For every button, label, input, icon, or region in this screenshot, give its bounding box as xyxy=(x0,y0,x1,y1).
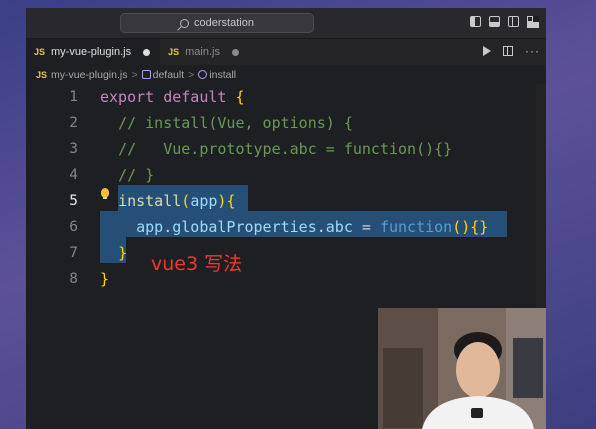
code-token: . xyxy=(316,218,326,236)
tab-my-vue-plugin[interactable]: JS my-vue-plugin.js xyxy=(26,39,161,65)
code-token: app xyxy=(190,192,218,210)
line-number: 1 xyxy=(69,89,78,105)
code-token: { xyxy=(235,88,245,106)
js-file-icon: JS xyxy=(168,47,180,57)
editor-actions: ··· xyxy=(483,45,540,57)
toggle-primary-sidebar-icon[interactable] xyxy=(470,16,481,27)
code-token: = xyxy=(352,218,380,236)
code-text: export default { xyxy=(100,84,245,110)
code-token: app xyxy=(136,218,164,236)
code-token: function xyxy=(379,218,453,236)
breadcrumb-separator: > xyxy=(131,69,138,81)
module-icon xyxy=(141,70,151,79)
code-token: ( xyxy=(181,192,191,210)
breadcrumb: JS my-vue-plugin.js > default > install xyxy=(26,65,546,85)
code-token: default xyxy=(163,88,227,106)
code-token: { xyxy=(226,192,236,210)
search-icon xyxy=(180,18,190,28)
code-token: // Vue.prototype.abc = function(){} xyxy=(118,140,453,158)
unsaved-dot-icon[interactable] xyxy=(143,48,151,56)
search-text: coderstation xyxy=(194,17,254,29)
code-token: . xyxy=(163,218,173,236)
title-bar: coderstation xyxy=(26,8,546,39)
run-icon[interactable] xyxy=(483,46,491,56)
line-number: 2 xyxy=(69,115,78,131)
code-token: globalProperties xyxy=(172,218,317,236)
tab-bar: JS my-vue-plugin.js JS main.js ··· xyxy=(26,39,546,65)
breadcrumb-file[interactable]: my-vue-plugin.js xyxy=(51,69,127,81)
breadcrumb-separator: > xyxy=(188,69,195,81)
code-token: } xyxy=(118,244,128,262)
split-editor-icon[interactable] xyxy=(503,46,513,56)
code-line[interactable]: 1 export default { xyxy=(26,84,546,110)
unsaved-dot-icon[interactable] xyxy=(231,48,239,56)
code-token: export xyxy=(100,88,155,106)
webcam-overlay xyxy=(378,308,546,429)
toggle-secondary-sidebar-icon[interactable] xyxy=(508,16,519,27)
customize-layout-icon[interactable] xyxy=(527,16,538,27)
line-number: 4 xyxy=(69,167,78,183)
code-line[interactable]: 6 app.globalProperties.abc = function(){… xyxy=(26,214,546,240)
js-file-icon: JS xyxy=(34,47,46,57)
code-token: // } xyxy=(118,166,155,184)
tab-main[interactable]: JS main.js xyxy=(160,39,249,65)
layout-controls xyxy=(470,16,538,27)
code-token: install xyxy=(118,192,182,210)
code-line[interactable]: 8} xyxy=(26,266,546,292)
code-line[interactable]: 5 install(app){ xyxy=(26,188,546,214)
code-line[interactable]: 3 // Vue.prototype.abc = function(){} xyxy=(26,136,546,162)
code-token: // install(Vue, options) { xyxy=(118,114,353,132)
breadcrumb-install[interactable]: install xyxy=(198,69,236,81)
more-actions-icon[interactable]: ··· xyxy=(525,45,540,57)
code-text: } xyxy=(100,266,109,292)
line-number: 7 xyxy=(69,245,78,261)
line-number: 8 xyxy=(69,271,78,287)
code-text: // } xyxy=(100,162,154,188)
line-number: 6 xyxy=(69,219,78,235)
annotation-text: vue3 写法 xyxy=(151,253,243,275)
tab-label: main.js xyxy=(185,46,220,58)
code-text: install(app){ xyxy=(100,188,235,214)
line-number: 5 xyxy=(69,193,78,209)
line-number: 3 xyxy=(69,141,78,157)
breadcrumb-default[interactable]: default xyxy=(141,69,184,81)
code-token: abc xyxy=(325,218,353,236)
method-icon xyxy=(198,70,208,79)
code-token: } xyxy=(100,270,110,288)
code-line[interactable]: 2 // install(Vue, options) { xyxy=(26,110,546,136)
toggle-panel-icon[interactable] xyxy=(489,16,500,27)
code-line[interactable]: 4 // } xyxy=(26,162,546,188)
code-token: (){} xyxy=(452,218,489,236)
command-center-search[interactable]: coderstation xyxy=(120,13,314,33)
js-file-icon: JS xyxy=(36,70,48,80)
code-text: // Vue.prototype.abc = function(){} xyxy=(100,136,452,162)
code-text: // install(Vue, options) { xyxy=(100,110,353,136)
code-text: app.globalProperties.abc = function(){} xyxy=(100,214,488,240)
presenter-video xyxy=(378,308,546,429)
code-line[interactable]: 7 } xyxy=(26,240,546,266)
code-text: } xyxy=(100,240,127,266)
tab-label: my-vue-plugin.js xyxy=(51,46,132,58)
